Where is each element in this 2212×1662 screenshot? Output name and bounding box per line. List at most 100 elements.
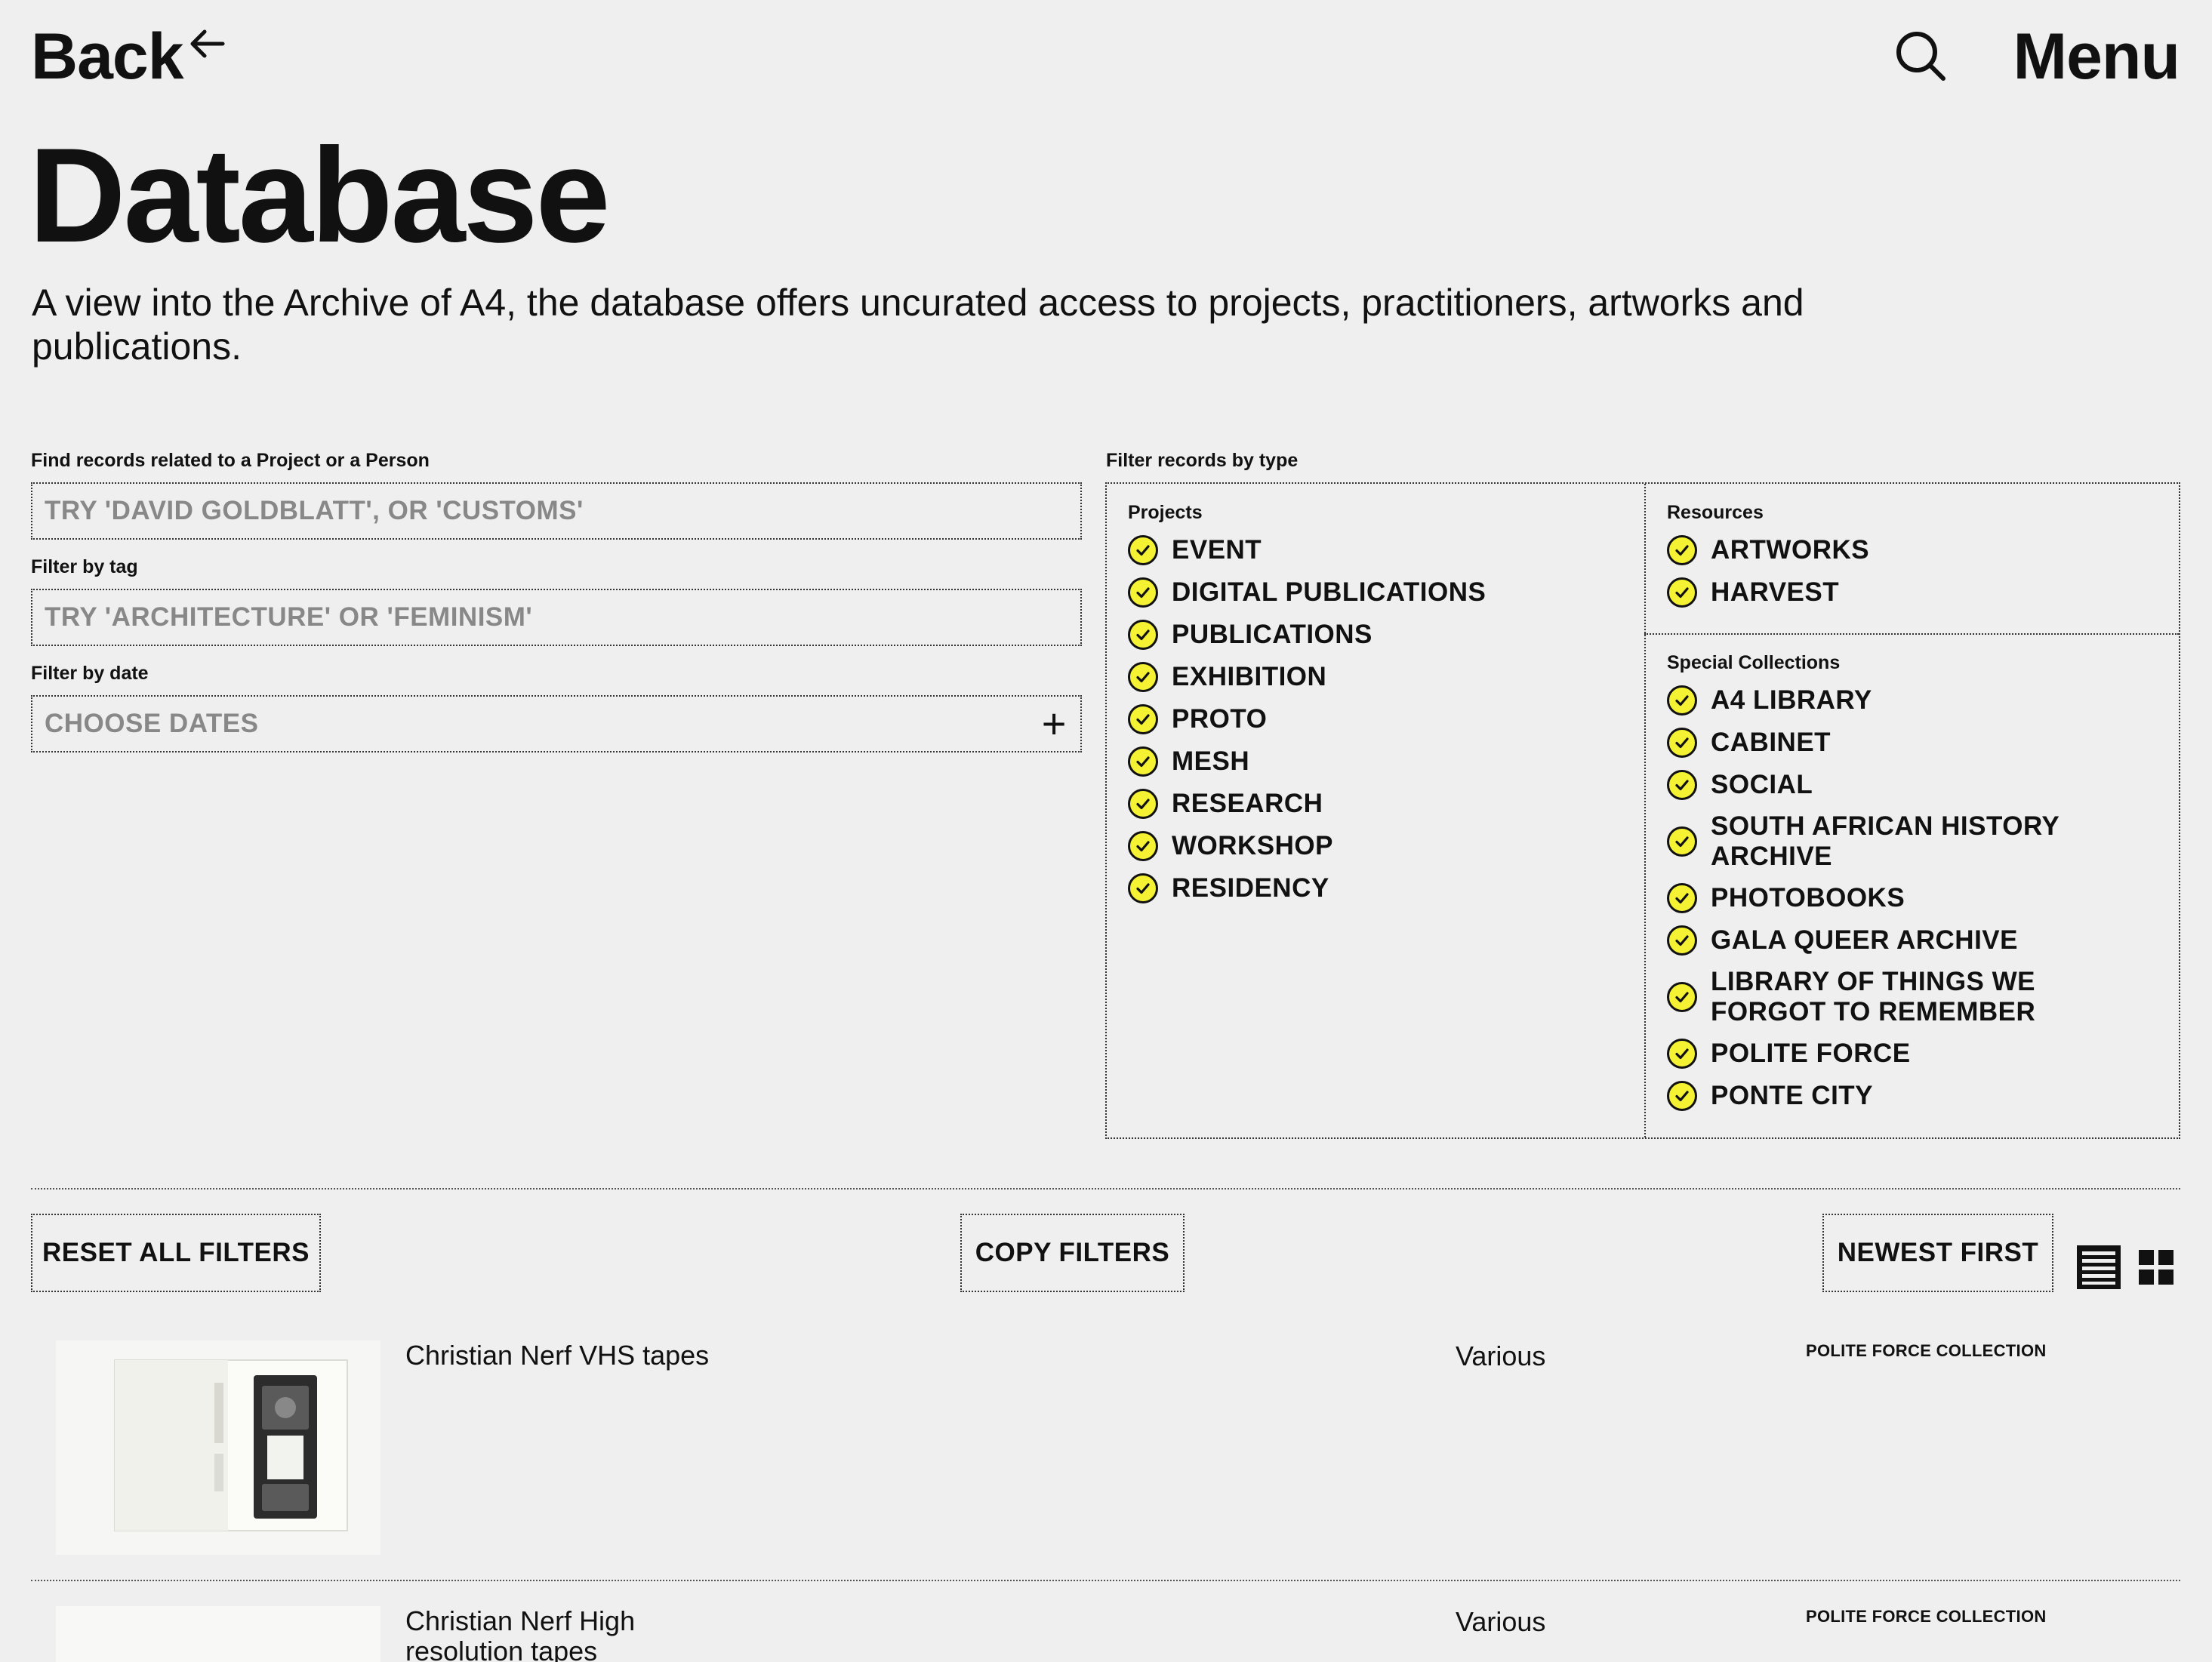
- vhs-tape-image: [56, 1340, 380, 1555]
- checkmark-icon[interactable]: [1128, 746, 1158, 777]
- filter-option-library-of-things-we-forgot-to-remember[interactable]: LIBRARY OF THINGS WE FORGOT TO REMEMBER: [1667, 967, 2090, 1027]
- filter-option-social[interactable]: SOCIAL: [1667, 769, 2090, 801]
- filter-option-label: EVENT: [1172, 535, 1262, 565]
- projects-group-title: Projects: [1128, 502, 1203, 523]
- filter-option-label: POLITE FORCE: [1711, 1039, 1911, 1068]
- filter-option-label: WORKSHOP: [1172, 831, 1333, 860]
- record-date: Various: [1456, 1606, 1546, 1637]
- checkmark-icon[interactable]: [1667, 1081, 1697, 1111]
- projects-group: Projects EVENT DIGITAL PUBLICATIONS PUBLIC…: [1128, 502, 1626, 915]
- related-search-input[interactable]: TRY 'DAVID GOLDBLATT', OR 'CUSTOMS': [31, 482, 1082, 540]
- checkmark-icon[interactable]: [1667, 826, 1697, 857]
- filter-option-label: A4 LIBRARY: [1711, 685, 1872, 715]
- date-filter-label: Filter by date: [31, 663, 149, 684]
- filter-option-label: RESEARCH: [1172, 789, 1323, 818]
- filter-option-cabinet[interactable]: CABINET: [1667, 727, 2090, 759]
- checkmark-icon[interactable]: [1128, 620, 1158, 650]
- type-filter-label: Filter records by type: [1106, 450, 1299, 471]
- checkmark-icon[interactable]: [1128, 535, 1158, 565]
- page-title: Database: [29, 120, 611, 270]
- filter-option-gala-queer-archive[interactable]: GALA QUEER ARCHIVE: [1667, 925, 2090, 956]
- arrow-left-icon: [190, 29, 225, 58]
- filter-option-exhibition[interactable]: EXHIBITION: [1128, 661, 1626, 693]
- filter-option-label: PUBLICATIONS: [1172, 620, 1372, 649]
- filter-option-publications[interactable]: PUBLICATIONS: [1128, 619, 1626, 651]
- filter-option-mesh[interactable]: MESH: [1128, 746, 1626, 777]
- filter-option-label: ARTWORKS: [1711, 535, 1870, 565]
- filter-option-residency[interactable]: RESIDENCY: [1128, 873, 1626, 904]
- related-filter-label: Find records related to a Project or a P…: [31, 450, 430, 471]
- checkmark-icon[interactable]: [1667, 685, 1697, 716]
- filter-option-label: PROTO: [1172, 704, 1268, 734]
- date-filter-placeholder: CHOOSE DATES: [45, 709, 259, 738]
- record-thumbnail[interactable]: [56, 1606, 380, 1662]
- filter-option-photobooks[interactable]: PHOTOBOOKS: [1667, 882, 2090, 914]
- filter-option-label: LIBRARY OF THINGS WE FORGOT TO REMEMBER: [1711, 967, 2036, 1026]
- filter-option-research[interactable]: RESEARCH: [1128, 788, 1626, 820]
- filter-option-label: PHOTOBOOKS: [1711, 883, 1905, 913]
- filter-option-label: SOCIAL: [1711, 770, 1813, 799]
- special-collections-group: Special Collections A4 LIBRARY CABINET SOC…: [1667, 652, 2090, 1122]
- divider: [31, 1580, 2180, 1581]
- panel-divider: [1644, 633, 2179, 635]
- panel-divider: [1644, 484, 1646, 1137]
- checkmark-icon[interactable]: [1128, 704, 1158, 734]
- reset-filters-button[interactable]: RESET ALL FILTERS: [31, 1214, 321, 1292]
- filter-option-ponte-city[interactable]: PONTE CITY: [1667, 1080, 2090, 1112]
- database-page: Back Menu Database A view into the Archi…: [0, 0, 2212, 1662]
- tag-filter-placeholder: TRY 'ARCHITECTURE' OR 'FEMINISM': [45, 602, 533, 632]
- tag-filter-label: Filter by tag: [31, 556, 138, 577]
- checkmark-icon[interactable]: [1667, 728, 1697, 758]
- page-intro: A view into the Archive of A4, the datab…: [32, 282, 1804, 368]
- record-title[interactable]: Christian Nerf VHS tapes: [405, 1340, 753, 1371]
- date-filter-input[interactable]: CHOOSE DATES +: [31, 695, 1082, 753]
- filter-option-event[interactable]: EVENT: [1128, 534, 1626, 566]
- checkmark-icon[interactable]: [1667, 770, 1697, 800]
- back-label: Back: [31, 20, 184, 93]
- back-link[interactable]: Back: [31, 20, 226, 94]
- filter-option-artworks[interactable]: ARTWORKS: [1667, 534, 2150, 566]
- checkmark-icon[interactable]: [1128, 831, 1158, 861]
- filter-option-label: GALA QUEER ARCHIVE: [1711, 925, 2018, 955]
- copy-filters-button[interactable]: COPY FILTERS: [960, 1214, 1185, 1292]
- checkmark-icon[interactable]: [1128, 577, 1158, 608]
- filter-option-polite-force[interactable]: POLITE FORCE: [1667, 1038, 2090, 1070]
- filter-option-digital-publications[interactable]: DIGITAL PUBLICATIONS: [1128, 577, 1626, 608]
- checkmark-icon[interactable]: [1667, 883, 1697, 913]
- search-icon[interactable]: [1893, 29, 1948, 83]
- filter-option-proto[interactable]: PROTO: [1128, 703, 1626, 735]
- type-filter-panel: Projects EVENT DIGITAL PUBLICATIONS PUBLIC…: [1105, 482, 2180, 1139]
- special-collections-list: A4 LIBRARY CABINET SOCIAL SOUTH AFRICAN HIS…: [1667, 685, 2090, 1112]
- record-collection[interactable]: POLITE FORCE COLLECTION: [1806, 1607, 2047, 1627]
- filter-option-label: PONTE CITY: [1711, 1081, 1874, 1110]
- grid-view-icon[interactable]: [2139, 1250, 2173, 1285]
- menu-button[interactable]: Menu: [2013, 20, 2180, 94]
- projects-list: EVENT DIGITAL PUBLICATIONS PUBLICATIONS EXH…: [1128, 534, 1626, 904]
- checkmark-icon[interactable]: [1667, 925, 1697, 956]
- filter-option-south-african-history-archive[interactable]: SOUTH AFRICAN HISTORY ARCHIVE: [1667, 811, 2090, 872]
- tag-filter-input[interactable]: TRY 'ARCHITECTURE' OR 'FEMINISM': [31, 589, 1082, 646]
- filter-option-label: CABINET: [1711, 728, 1832, 757]
- filter-option-label: SOUTH AFRICAN HISTORY ARCHIVE: [1711, 811, 2060, 871]
- checkmark-icon[interactable]: [1667, 577, 1697, 608]
- record-collection[interactable]: POLITE FORCE COLLECTION: [1806, 1341, 2047, 1361]
- checkmark-icon[interactable]: [1128, 789, 1158, 819]
- resources-group: Resources ARTWORKS HARVEST: [1667, 502, 2150, 619]
- checkmark-icon[interactable]: [1128, 662, 1158, 692]
- checkmark-icon[interactable]: [1667, 1039, 1697, 1069]
- sort-button[interactable]: NEWEST FIRST: [1822, 1214, 2053, 1292]
- record-title[interactable]: Christian Nerf High resolution tapes: [405, 1606, 753, 1662]
- checkmark-icon[interactable]: [1667, 535, 1697, 565]
- record-thumbnail[interactable]: [56, 1340, 380, 1555]
- list-view-icon[interactable]: [2075, 1244, 2122, 1291]
- special-collections-group-title: Special Collections: [1667, 652, 1841, 673]
- filter-option-a4-library[interactable]: A4 LIBRARY: [1667, 685, 2090, 716]
- filter-option-label: HARVEST: [1711, 577, 1840, 607]
- plus-icon[interactable]: +: [1042, 703, 1067, 745]
- filter-option-workshop[interactable]: WORKSHOP: [1128, 830, 1626, 862]
- checkmark-icon[interactable]: [1128, 873, 1158, 903]
- filter-option-harvest[interactable]: HARVEST: [1667, 577, 2150, 608]
- checkmark-icon[interactable]: [1667, 982, 1697, 1012]
- resources-group-title: Resources: [1667, 502, 1764, 523]
- filter-option-label: DIGITAL PUBLICATIONS: [1172, 577, 1486, 607]
